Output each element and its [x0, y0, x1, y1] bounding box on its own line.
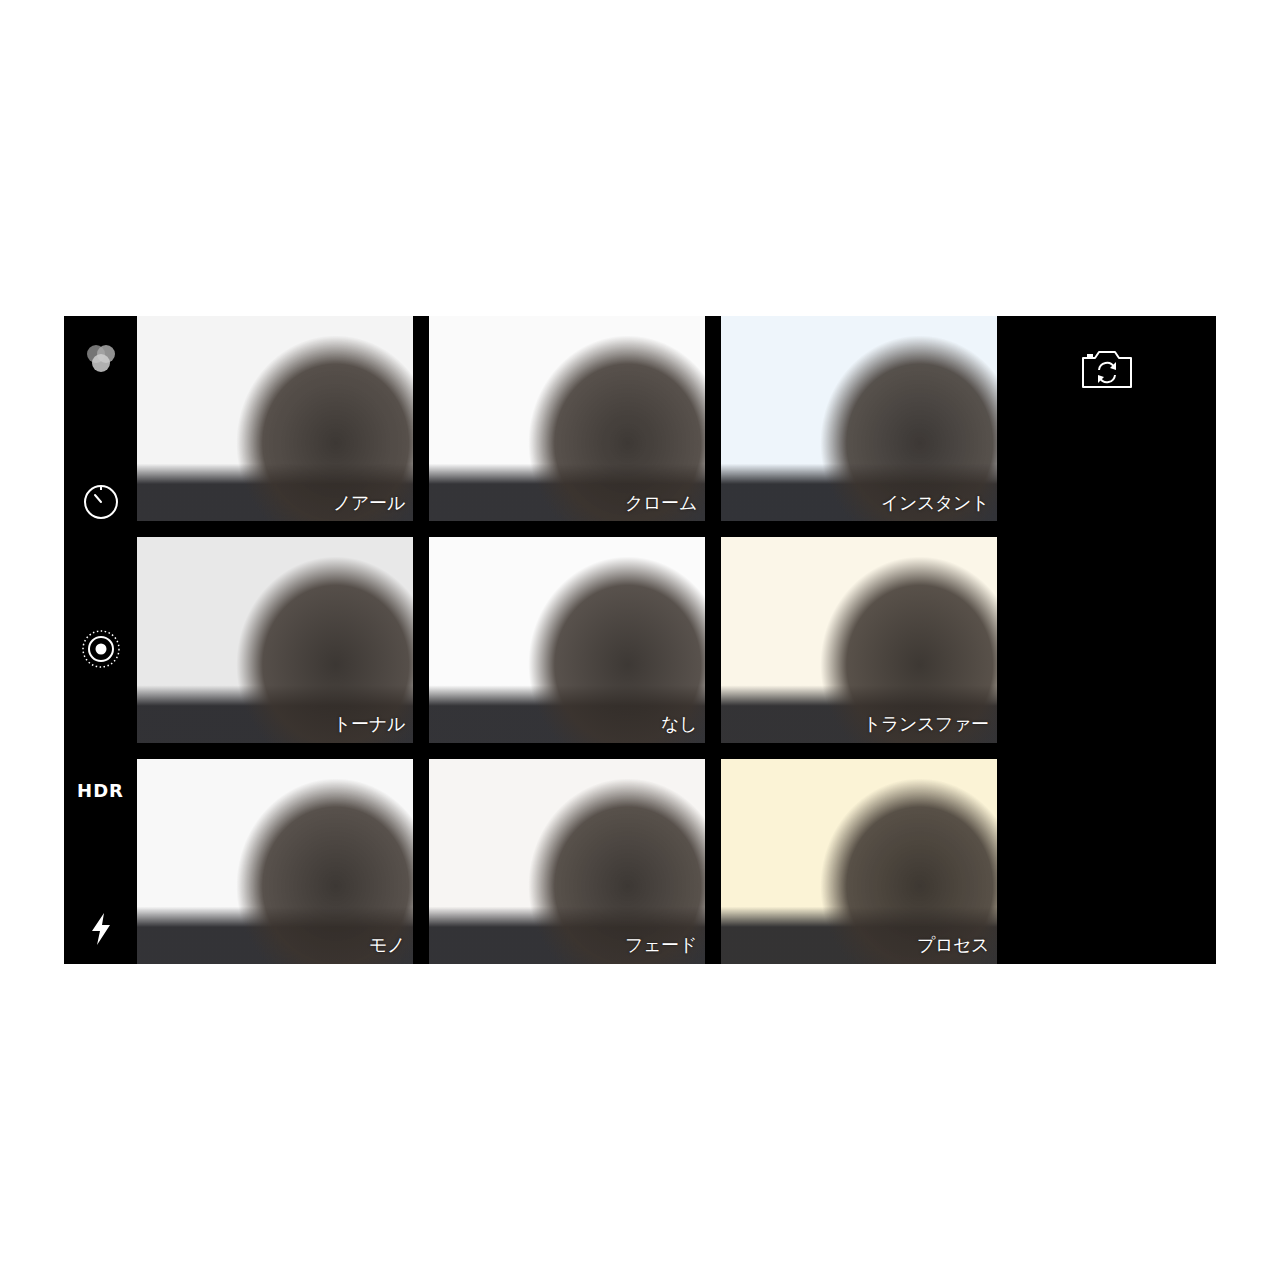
- switch-camera-icon: [1079, 348, 1135, 390]
- filter-label: クローム: [625, 492, 697, 514]
- control-column: HDR: [64, 316, 137, 964]
- filter-label: プロセス: [917, 934, 989, 956]
- filter-label: トランスファー: [863, 713, 989, 735]
- hdr-button[interactable]: HDR: [77, 776, 124, 805]
- filter-tile[interactable]: ノアール: [137, 316, 413, 521]
- page: HDR ノアール クローム インスタントトーナル なし トランスファーモノ フェード プロセス: [0, 0, 1280, 1280]
- filter-tile[interactable]: インスタント: [721, 316, 997, 521]
- live-photo-icon: [81, 629, 121, 669]
- filter-tile[interactable]: フェード: [429, 759, 705, 964]
- filters-icon: [83, 340, 119, 376]
- filter-label: インスタント: [881, 492, 989, 514]
- filter-label: ノアール: [333, 492, 405, 514]
- filter-label: トーナル: [333, 713, 405, 735]
- flash-button[interactable]: [89, 912, 113, 946]
- flash-icon: [89, 912, 113, 946]
- filter-label: フェード: [625, 934, 697, 956]
- switch-camera-button[interactable]: [1079, 348, 1135, 390]
- camera-screen: HDR ノアール クローム インスタントトーナル なし トランスファーモノ フェード プロセス: [64, 316, 1216, 964]
- filter-tile[interactable]: プロセス: [721, 759, 997, 964]
- live-photo-button[interactable]: [81, 629, 121, 669]
- filters-button[interactable]: [83, 340, 119, 376]
- filter-tile[interactable]: クローム: [429, 316, 705, 521]
- filter-grid: ノアール クローム インスタントトーナル なし トランスファーモノ フェード プロセス: [137, 316, 997, 964]
- filter-tile[interactable]: トーナル: [137, 537, 413, 742]
- filter-tile[interactable]: なし: [429, 537, 705, 742]
- right-panel: [997, 316, 1216, 964]
- filter-tile[interactable]: トランスファー: [721, 537, 997, 742]
- filter-label: なし: [661, 713, 697, 735]
- filter-label: モノ: [369, 934, 405, 956]
- timer-icon: [82, 483, 120, 521]
- filter-tile[interactable]: モノ: [137, 759, 413, 964]
- timer-button[interactable]: [82, 483, 120, 521]
